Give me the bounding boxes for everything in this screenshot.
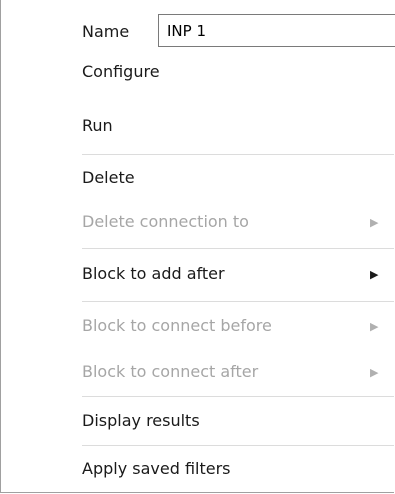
- menu-separator: [82, 301, 394, 302]
- menu-item-label: Delete connection to: [82, 212, 249, 231]
- chevron-right-icon: ▶: [370, 268, 379, 281]
- menu-item-delete-connection-to: Delete connection to ▶: [1, 202, 394, 242]
- name-input[interactable]: [158, 14, 395, 47]
- menu-item-block-to-connect-after: Block to connect after ▶: [1, 352, 394, 392]
- context-menu: Name Configure Run Delete Delete connect…: [0, 0, 395, 493]
- chevron-right-icon: ▶: [370, 366, 379, 379]
- menu-item-label: Run: [82, 116, 113, 135]
- menu-separator: [82, 445, 394, 446]
- menu-item-label: Delete: [82, 168, 135, 187]
- menu-item-apply-saved-filters[interactable]: Apply saved filters: [1, 449, 394, 489]
- name-label: Name: [82, 22, 130, 41]
- menu-item-configure[interactable]: Configure: [1, 52, 394, 92]
- menu-separator: [82, 248, 394, 249]
- chevron-right-icon: ▶: [370, 216, 379, 229]
- chevron-right-icon: ▶: [370, 320, 379, 333]
- menu-item-label: Block to connect after: [82, 362, 259, 381]
- menu-item-block-to-connect-before: Block to connect before ▶: [1, 306, 394, 346]
- menu-separator: [82, 396, 394, 397]
- menu-item-label: Display results: [82, 411, 200, 430]
- menu-item-delete[interactable]: Delete: [1, 158, 394, 198]
- menu-item-block-to-add-after[interactable]: Block to add after ▶: [1, 254, 394, 294]
- menu-item-label: Block to add after: [82, 264, 225, 283]
- menu-item-label: Apply saved filters: [82, 459, 231, 478]
- menu-item-label: Block to connect before: [82, 316, 272, 335]
- menu-item-display-results[interactable]: Display results: [1, 401, 394, 441]
- name-row: Name: [1, 0, 395, 52]
- menu-item-label: Configure: [82, 62, 160, 81]
- menu-item-run[interactable]: Run: [1, 106, 394, 146]
- menu-separator: [82, 154, 394, 155]
